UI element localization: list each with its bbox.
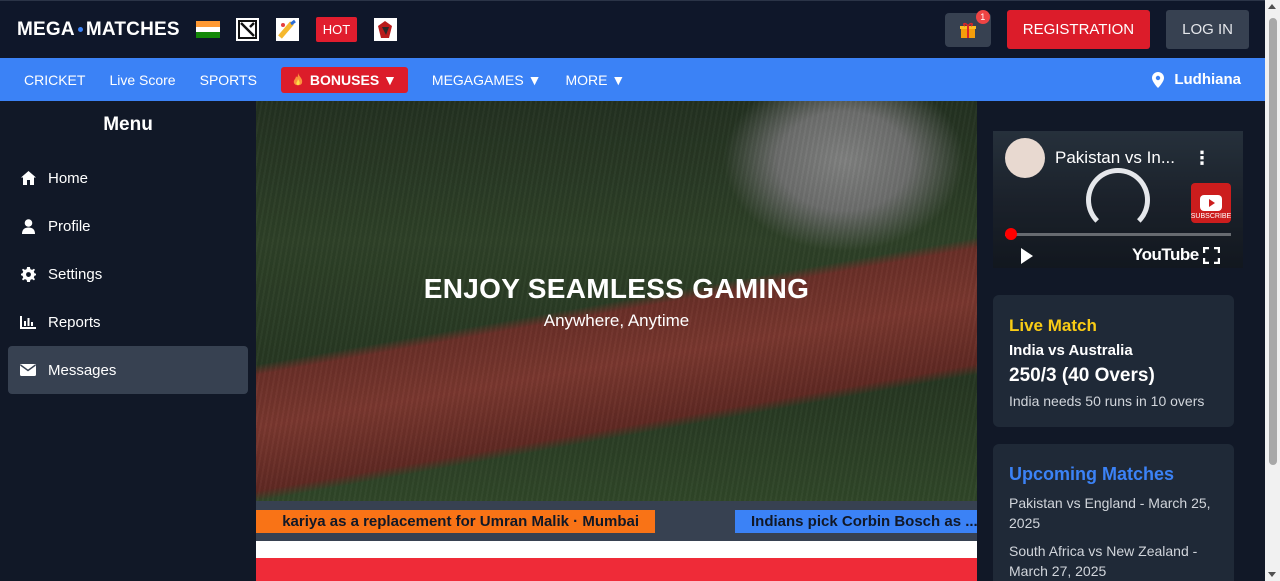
promo-strip <box>256 558 977 581</box>
hero-subtitle: Anywhere, Anytime <box>543 311 690 330</box>
login-button[interactable]: LOG IN <box>1166 10 1249 49</box>
hero-title: ENJOY SEAMLESS GAMING <box>423 273 810 304</box>
nav-more[interactable]: MORE ▼ <box>565 72 625 88</box>
header-actions: 1 REGISTRATION LOG IN <box>944 9 1249 49</box>
sidebar-item-home[interactable]: Home <box>8 154 248 202</box>
team-logo-icon[interactable] <box>374 18 398 41</box>
logo-dot <box>77 27 83 32</box>
envelope-icon <box>20 362 36 378</box>
home-icon <box>20 170 36 186</box>
sidebar-item-profile[interactable]: Profile <box>8 202 248 250</box>
nav-cricket[interactable]: CRICKET <box>24 72 85 88</box>
live-match-teams: India vs Australia <box>1009 342 1133 359</box>
nav-live-score[interactable]: Live Score <box>109 72 175 88</box>
page: MEGA MATCHES HOT 1 REGISTRATION LOG IN C… <box>0 0 1280 581</box>
play-icon[interactable] <box>1021 248 1033 264</box>
live-match-note: India needs 50 runs in 10 overs <box>1009 393 1205 409</box>
fullscreen-icon[interactable] <box>1203 247 1220 264</box>
live-match-card[interactable]: Live Match India vs Australia 250/3 (40 … <box>993 295 1234 427</box>
subscribe-label: SUBSCRIBE <box>1190 213 1232 220</box>
header-icons: HOT <box>195 17 414 42</box>
content-divider <box>256 541 977 558</box>
video-embed[interactable]: Pakistan vs In... ⋮ SUBSCRIBE YouTube <box>993 131 1243 268</box>
sidebar-title: Menu <box>103 114 153 135</box>
gear-icon <box>20 266 36 282</box>
top-header: MEGA MATCHES HOT 1 REGISTRATION LOG IN <box>0 0 1265 58</box>
video-progress-knob[interactable] <box>1005 228 1017 240</box>
sidebar-item-label: Reports <box>48 313 101 331</box>
hot-badge[interactable]: HOT <box>315 17 358 42</box>
scroll-up-arrow-icon[interactable] <box>1268 4 1276 9</box>
more-options-icon[interactable]: ⋮ <box>1193 148 1211 169</box>
loading-spinner-icon <box>1086 168 1150 232</box>
upcoming-match-item[interactable]: Pakistan vs England - March 25, 2025 <box>1009 493 1218 533</box>
nav-bonuses[interactable]: BONUSES ▼ <box>280 66 408 93</box>
youtube-play-icon <box>1200 195 1222 211</box>
sidebar-item-settings[interactable]: Settings <box>8 250 248 298</box>
subscribe-button[interactable]: SUBSCRIBE <box>1191 183 1231 223</box>
ticker-item[interactable]: kariya as a replacement for Umran Malik … <box>256 510 655 533</box>
sidebar: Menu Home Profile Settings Reports Messa… <box>0 101 256 581</box>
location-label: Ludhiana <box>1174 71 1241 88</box>
map-pin-icon <box>1152 71 1165 88</box>
right-panel: Pakistan vs In... ⋮ SUBSCRIBE YouTube Li… <box>977 101 1251 581</box>
main-nav: CRICKET Live Score SPORTS BONUSES ▼ MEGA… <box>0 58 1265 101</box>
logo-text-mega: MEGA <box>17 18 75 40</box>
sidebar-item-messages[interactable]: Messages <box>8 346 248 394</box>
ticker-item[interactable]: Indians pick Corbin Bosch as ... <box>735 510 977 533</box>
user-icon <box>20 218 36 234</box>
sidebar-item-label: Messages <box>48 361 117 379</box>
scrollbar-thumb[interactable] <box>1269 18 1277 465</box>
registration-button[interactable]: REGISTRATION <box>1006 10 1151 49</box>
channel-avatar[interactable] <box>1005 138 1045 178</box>
upcoming-matches-title: Upcoming Matches <box>1009 464 1175 484</box>
cricket-bat-icon[interactable] <box>275 18 299 41</box>
sidebar-item-label: Home <box>48 169 89 187</box>
nav-bonuses-label: BONUSES ▼ <box>309 71 397 88</box>
sidebar-item-reports[interactable]: Reports <box>8 298 248 346</box>
live-match-score: 250/3 (40 Overs) <box>1009 365 1155 386</box>
video-title[interactable]: Pakistan vs In... <box>1055 148 1175 168</box>
gift-icon <box>959 22 976 38</box>
site-logo[interactable]: MEGA MATCHES <box>17 19 180 41</box>
upcoming-matches-card: Upcoming Matches Pakistan vs England - M… <box>993 444 1234 581</box>
live-match-title: Live Match <box>1009 316 1097 335</box>
news-ticker: kariya as a replacement for Umran Malik … <box>256 501 977 541</box>
gift-button[interactable]: 1 <box>944 9 991 47</box>
youtube-logo[interactable]: YouTube <box>1132 245 1199 265</box>
video-progress-bar[interactable] <box>1005 233 1231 236</box>
bar-chart-icon <box>20 314 36 330</box>
nav-sports[interactable]: SPORTS <box>200 72 257 88</box>
dota-game-icon[interactable] <box>235 18 259 41</box>
page-scrollbar[interactable] <box>1265 0 1280 581</box>
india-flag-icon[interactable] <box>195 21 220 39</box>
gift-count-badge: 1 <box>975 9 990 24</box>
sidebar-item-label: Profile <box>48 217 91 235</box>
nav-megagames[interactable]: MEGAGAMES ▼ <box>432 72 542 88</box>
location-selector[interactable]: Ludhiana <box>1152 71 1241 88</box>
hero-banner[interactable]: ENJOY SEAMLESS GAMING Anywhere, Anytime <box>256 101 977 501</box>
logo-text-matches: MATCHES <box>85 18 180 40</box>
fire-icon <box>293 72 303 85</box>
sidebar-item-label: Settings <box>48 265 103 283</box>
upcoming-match-item[interactable]: South Africa vs New Zealand - March 27, … <box>1009 541 1218 581</box>
scroll-down-arrow-icon[interactable] <box>1268 572 1276 577</box>
